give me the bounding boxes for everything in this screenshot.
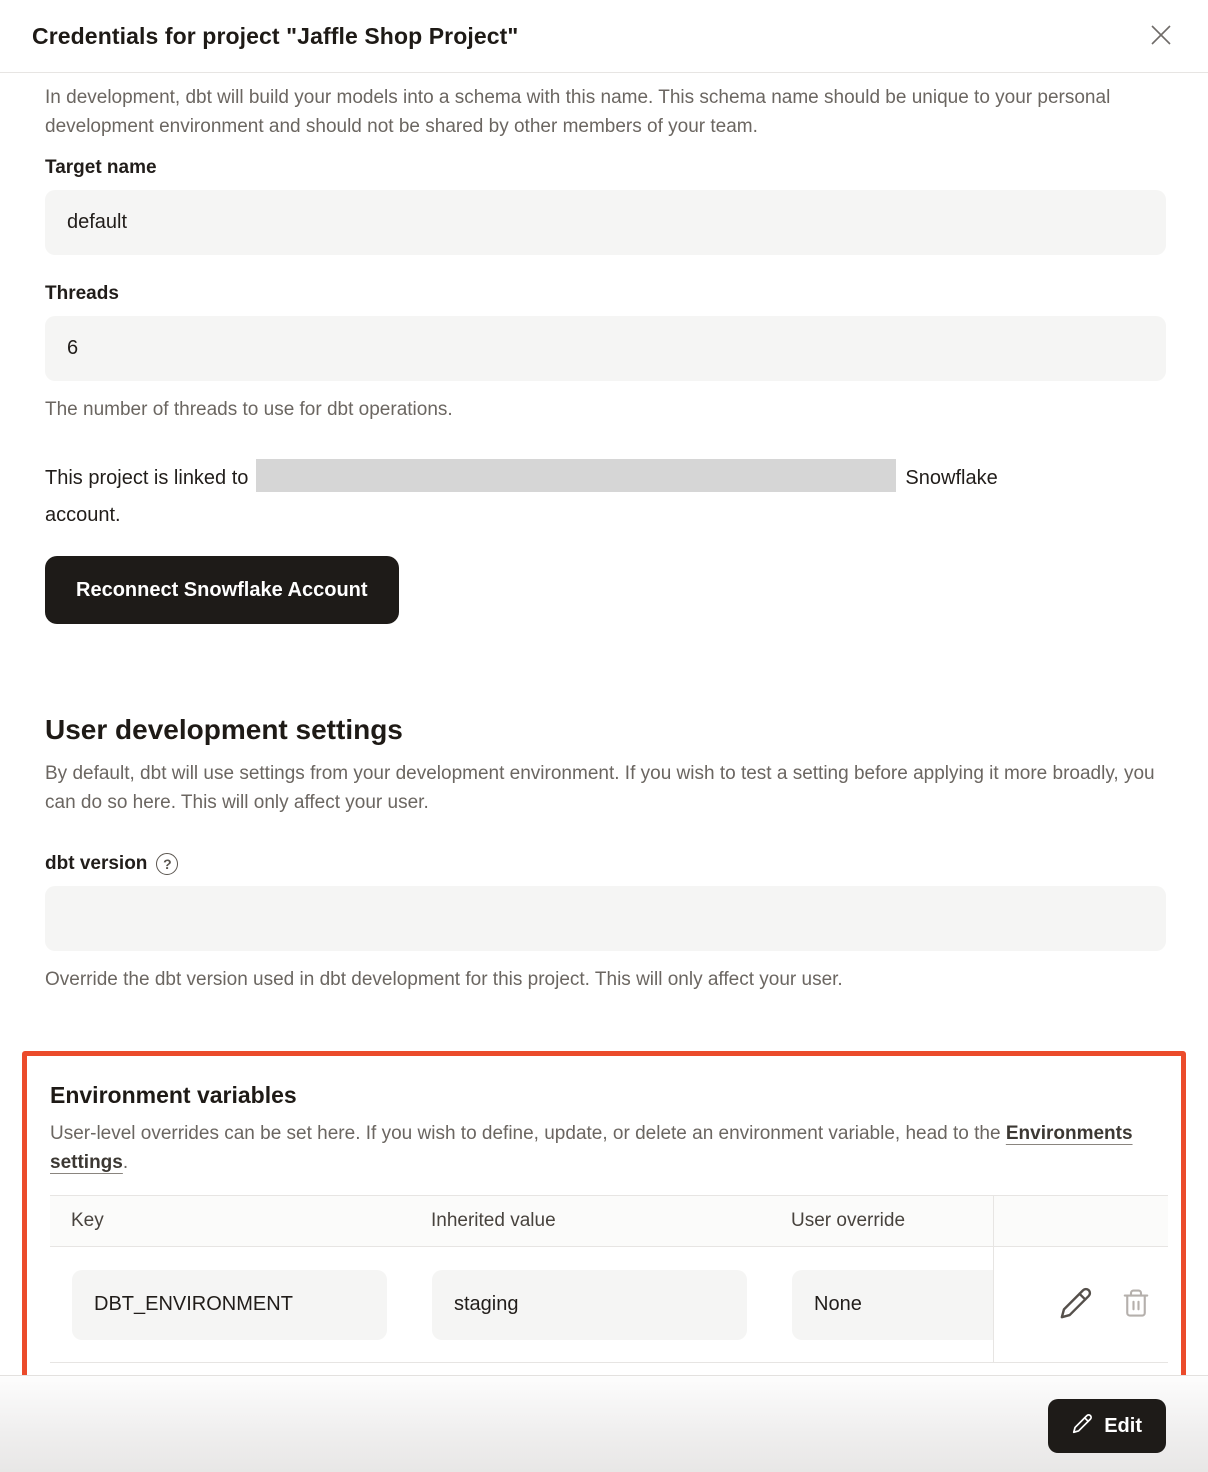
table-row: DBT_ENVIRONMENT staging None: [50, 1247, 1168, 1363]
linked-account-text: This project is linked toSnowflake accou…: [45, 459, 1166, 534]
pencil-icon: [1072, 1413, 1093, 1440]
threads-label: Threads: [45, 283, 1166, 305]
edit-button[interactable]: Edit: [1048, 1399, 1166, 1453]
close-button[interactable]: [1144, 19, 1178, 53]
column-header-user-override: User override: [770, 1196, 993, 1247]
dbt-version-helper-text: Override the dbt version used in dbt dev…: [45, 966, 1166, 993]
environment-variables-heading: Environment variables: [50, 1082, 1158, 1109]
environment-variables-highlight-box: Environment variables User-level overrid…: [22, 1051, 1186, 1384]
user-dev-settings-description: By default, dbt will use settings from y…: [45, 759, 1163, 817]
modal-title: Credentials for project "Jaffle Shop Pro…: [32, 23, 518, 50]
env-var-key-value: DBT_ENVIRONMENT: [72, 1270, 387, 1340]
modal-body: In development, dbt will build your mode…: [0, 73, 1208, 1384]
dbt-version-input[interactable]: [45, 886, 1166, 951]
column-header-key: Key: [50, 1196, 410, 1247]
edit-variable-button[interactable]: [1059, 1286, 1093, 1323]
dbt-version-label: dbt version: [45, 853, 147, 875]
environment-variables-description: User-level overrides can be set here. If…: [50, 1119, 1158, 1177]
pencil-icon: [1059, 1286, 1093, 1323]
help-icon[interactable]: ?: [156, 853, 178, 875]
trash-icon: [1121, 1288, 1151, 1321]
env-var-user-override-value: None: [792, 1270, 993, 1340]
target-name-label: Target name: [45, 157, 1166, 179]
threads-helper-text: The number of threads to use for dbt ope…: [45, 396, 1166, 423]
delete-variable-button[interactable]: [1121, 1288, 1151, 1321]
modal-header: Credentials for project "Jaffle Shop Pro…: [0, 0, 1208, 73]
schema-intro-text: In development, dbt will build your mode…: [45, 83, 1163, 141]
target-name-input[interactable]: [45, 190, 1166, 255]
column-header-actions: [993, 1196, 1168, 1247]
environment-variables-table: Key Inherited value User override DBT_EN…: [50, 1195, 1168, 1363]
redacted-account-name: [256, 459, 896, 492]
column-header-inherited-value: Inherited value: [410, 1196, 770, 1247]
linked-account-text-line2: account.: [45, 497, 1166, 534]
reconnect-snowflake-button[interactable]: Reconnect Snowflake Account: [45, 556, 399, 624]
close-icon: [1148, 22, 1174, 51]
threads-input[interactable]: [45, 316, 1166, 381]
modal-footer: Edit: [0, 1375, 1208, 1472]
env-var-inherited-value: staging: [432, 1270, 747, 1340]
user-dev-settings-heading: User development settings: [45, 714, 1166, 746]
table-header-row: Key Inherited value User override: [50, 1196, 1168, 1247]
